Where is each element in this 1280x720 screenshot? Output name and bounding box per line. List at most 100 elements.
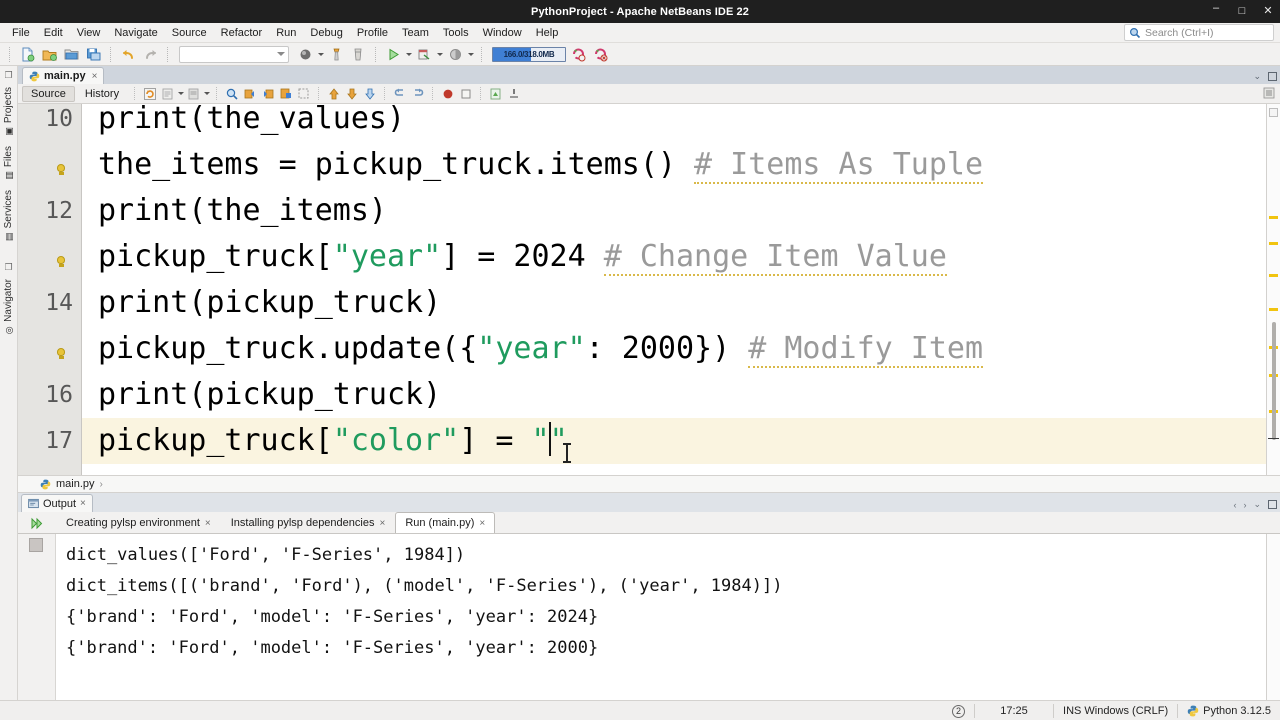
comment-dropdown-icon[interactable] — [178, 92, 185, 95]
code-surface[interactable]: print(the_values) the_items = pickup_tru… — [82, 104, 1266, 475]
output-tab-creating-pylsp-environment[interactable]: Creating pylsp environment × — [56, 512, 221, 533]
sidebar-item-projects[interactable]: ▣ Projects — [2, 83, 15, 140]
code-editor[interactable]: 10 12 14 16 17 print(the_values) the_ite… — [18, 104, 1280, 475]
previous-error-icon[interactable] — [325, 86, 342, 102]
redo-icon[interactable] — [140, 45, 160, 64]
warning-mark[interactable] — [1269, 242, 1278, 245]
notification-badge[interactable]: 2 — [943, 701, 974, 720]
close-button[interactable]: ✕ — [1262, 6, 1274, 17]
warning-mark[interactable] — [1269, 308, 1278, 311]
menu-run[interactable]: Run — [269, 25, 303, 41]
close-icon[interactable]: × — [379, 518, 385, 529]
chevron-down-icon[interactable]: ⌄ — [1253, 499, 1261, 510]
editor-scrollbar-thumb[interactable] — [1272, 322, 1276, 440]
project-config-combo[interactable] — [179, 45, 289, 63]
annotation-bulb-icon[interactable] — [56, 348, 67, 360]
debug-dropdown-icon[interactable] — [437, 52, 443, 56]
gc-icon[interactable] — [568, 45, 588, 64]
sidebar-item-services[interactable]: ▥ Services — [2, 186, 15, 245]
close-icon[interactable]: × — [479, 518, 485, 529]
uncomment-dropdown-icon[interactable] — [204, 92, 211, 95]
menu-file[interactable]: File — [5, 25, 37, 41]
run-dropdown-icon[interactable] — [406, 52, 412, 56]
stop-icon[interactable] — [457, 86, 474, 102]
profile-dropdown-icon[interactable] — [468, 52, 474, 56]
next-bookmark-icon[interactable] — [259, 86, 276, 102]
maximize-button[interactable]: □ — [1236, 6, 1248, 17]
close-icon[interactable]: × — [80, 498, 86, 509]
last-edit-icon[interactable] — [361, 86, 378, 102]
open-project-icon[interactable] — [61, 45, 81, 64]
menu-window[interactable]: Window — [476, 25, 529, 41]
new-file-icon[interactable] — [17, 45, 37, 64]
clean-build-icon[interactable] — [326, 45, 346, 64]
status-platform[interactable]: Python 3.12.5 — [1178, 701, 1280, 720]
menu-edit[interactable]: Edit — [37, 25, 70, 41]
back-icon[interactable] — [391, 86, 408, 102]
editor-gutter[interactable]: 10 12 14 16 17 — [18, 104, 82, 475]
editor-tab-main-py[interactable]: main.py × — [22, 67, 105, 84]
scroll-right-icon[interactable]: › — [1243, 500, 1246, 510]
uncomment-icon[interactable] — [185, 86, 202, 102]
toggle-breakpoint-icon[interactable] — [439, 86, 456, 102]
menu-tools[interactable]: Tools — [436, 25, 476, 41]
run-project-icon[interactable] — [383, 45, 403, 64]
save-all-icon[interactable] — [83, 45, 103, 64]
close-icon[interactable]: × — [205, 518, 211, 529]
gc-alt-icon[interactable] — [590, 45, 610, 64]
profile-project-icon[interactable] — [445, 45, 465, 64]
refresh-icon[interactable] — [141, 86, 158, 102]
maximize-icon[interactable] — [1268, 500, 1277, 509]
toggle-bookmark-icon[interactable] — [277, 86, 294, 102]
minimize-button[interactable]: – — [1210, 3, 1222, 14]
left-dock-minimize-icon[interactable]: ❐ — [4, 70, 12, 81]
find-selection-icon[interactable] — [223, 86, 240, 102]
menu-profile[interactable]: Profile — [350, 25, 395, 41]
comment-icon[interactable] — [159, 86, 176, 102]
undo-icon[interactable] — [118, 45, 138, 64]
status-line-ending[interactable]: Windows (CRLF) — [1084, 701, 1177, 720]
stop-icon[interactable] — [29, 538, 43, 552]
warning-mark[interactable] — [1269, 216, 1278, 219]
debug-project-icon[interactable] — [414, 45, 434, 64]
output-tab-installing-pylsp-dependencies[interactable]: Installing pylsp dependencies × — [221, 512, 396, 533]
inspect-icon[interactable] — [487, 86, 504, 102]
new-project-icon[interactable] — [39, 45, 59, 64]
previous-bookmark-icon[interactable] — [241, 86, 258, 102]
output-scrollbar[interactable] — [1266, 534, 1280, 700]
stripe-top-box[interactable] — [1269, 108, 1278, 117]
warning-mark[interactable] — [1269, 274, 1278, 277]
error-stripe[interactable] — [1266, 104, 1280, 475]
maximize-icon[interactable] — [1268, 72, 1277, 81]
chevron-down-icon[interactable]: ⌄ — [1253, 71, 1261, 82]
menu-team[interactable]: Team — [395, 25, 436, 41]
menu-refactor[interactable]: Refactor — [214, 25, 270, 41]
status-insert-mode[interactable]: INS — [1054, 701, 1084, 720]
menu-source[interactable]: Source — [165, 25, 214, 41]
scroll-left-icon[interactable]: ‹ — [1233, 500, 1236, 510]
memory-usage-bar[interactable]: 166.0/318.0MB — [492, 46, 566, 62]
menu-debug[interactable]: Debug — [303, 25, 349, 41]
clean-icon[interactable] — [348, 45, 368, 64]
navigator-minimize-icon[interactable]: ❐ — [4, 262, 12, 273]
sidebar-item-navigator[interactable]: ◎ Navigator — [2, 275, 15, 339]
annotation-bulb-icon[interactable] — [56, 164, 67, 176]
breadcrumb-label[interactable]: main.py — [56, 478, 95, 490]
tab-source[interactable]: Source — [22, 85, 75, 102]
annotation-bulb-icon[interactable] — [56, 256, 67, 268]
shift-line-icon[interactable] — [295, 86, 312, 102]
tab-history[interactable]: History — [76, 86, 128, 102]
build-dropdown-icon[interactable] — [318, 52, 324, 56]
close-icon[interactable]: × — [92, 71, 98, 82]
rerun-icon[interactable] — [29, 516, 45, 532]
build-project-icon[interactable] — [295, 45, 315, 64]
forward-icon[interactable] — [409, 86, 426, 102]
search-input[interactable]: Search (Ctrl+I) — [1124, 24, 1274, 41]
window-tab-output[interactable]: Output × — [21, 494, 93, 512]
breadcrumb[interactable]: main.py › — [18, 475, 1280, 493]
menu-navigate[interactable]: Navigate — [107, 25, 164, 41]
output-tab-run-main-py[interactable]: Run (main.py) × — [395, 512, 496, 533]
editor-settings-icon[interactable] — [1262, 86, 1276, 103]
sidebar-item-files[interactable]: ▤ Files — [2, 142, 15, 184]
next-error-icon[interactable] — [343, 86, 360, 102]
